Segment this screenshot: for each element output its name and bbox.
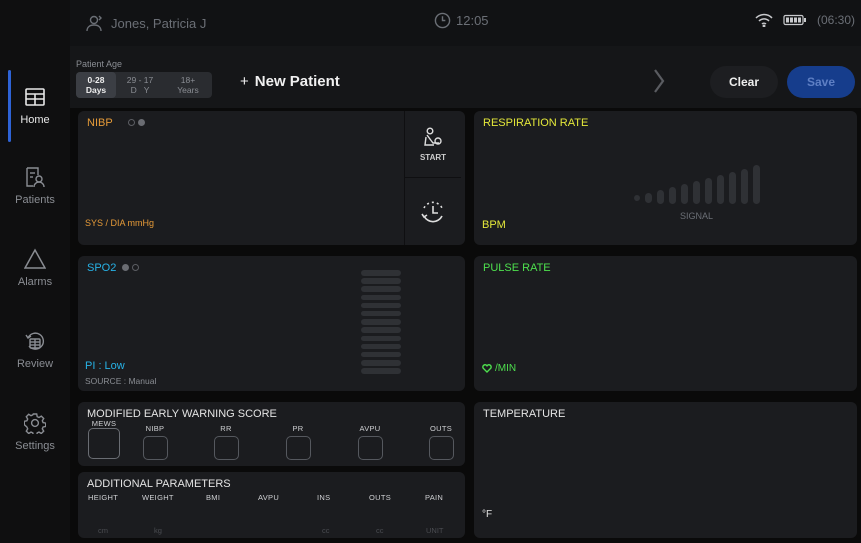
- page-dot: [138, 119, 145, 126]
- sidebar-item-settings[interactable]: Settings: [0, 392, 70, 472]
- clock-time: 12:05: [456, 13, 489, 28]
- additional-parameters-grid: HEIGHT WEIGHT BMI AVPU INS OUTS PAIN cm …: [78, 472, 465, 538]
- param-avpu[interactable]: AVPU: [258, 493, 279, 502]
- battery-time: (06:30): [816, 13, 855, 27]
- save-button[interactable]: Save: [787, 66, 855, 98]
- nibp-controls: START: [404, 111, 461, 245]
- mews-avpu[interactable]: AVPU: [355, 424, 385, 465]
- mews-score-box: [88, 428, 120, 459]
- respiration-title: RESPIRATION RATE: [483, 117, 589, 129]
- heart-icon: [482, 364, 492, 373]
- param-bmi[interactable]: BMI: [206, 493, 220, 502]
- unit-ins: cc: [322, 526, 330, 535]
- nibp-page-dots: [128, 119, 148, 126]
- clock: 12:05: [434, 12, 489, 29]
- pulse-rate-card[interactable]: PULSE RATE /MIN: [474, 256, 857, 391]
- user-icon: [86, 15, 102, 32]
- spo2-page-dots: [122, 264, 142, 271]
- mews-nibp[interactable]: NIBP: [140, 424, 170, 465]
- start-label: START: [419, 152, 447, 162]
- sidebar-item-patients[interactable]: Patients: [0, 146, 70, 226]
- page-dot: [132, 264, 139, 271]
- param-ins[interactable]: INS: [317, 493, 330, 502]
- chevron-right-icon[interactable]: [652, 68, 666, 94]
- page-dot: [128, 119, 135, 126]
- device-status: (06:30): [755, 13, 855, 27]
- clock-icon: [434, 12, 451, 29]
- unit-pain: UNIT: [426, 526, 444, 535]
- mews-total[interactable]: MEWS: [87, 419, 121, 464]
- sidebar-item-alarms[interactable]: Alarms: [0, 228, 70, 308]
- signal-label: SIGNAL: [680, 211, 714, 221]
- sidebar: Home Patients Alarms Review Settings: [0, 0, 70, 543]
- mews-card[interactable]: MODIFIED EARLY WARNING SCORE MEWS NIBP R…: [78, 402, 465, 466]
- nibp-unit: SYS / DIA mmHg: [85, 218, 155, 228]
- sidebar-item-label: Home: [20, 114, 50, 126]
- respiration-unit: BPM: [482, 219, 506, 231]
- gear-icon: [24, 413, 46, 434]
- user-name: Jones, Patricia J: [111, 15, 207, 31]
- home-grid-icon: [25, 88, 45, 106]
- review-history-icon: [25, 332, 44, 350]
- nibp-title: NIBP: [87, 117, 113, 129]
- interval-timer-icon: [421, 201, 443, 222]
- score-box: [357, 436, 383, 460]
- mews-pr[interactable]: PR: [283, 424, 313, 465]
- new-patient-button[interactable]: + New Patient: [240, 73, 340, 90]
- spo2-source: SOURCE : Manual: [85, 376, 157, 386]
- plus-icon: +: [240, 73, 249, 90]
- temperature-unit: °F: [482, 509, 493, 520]
- age-option-29-17[interactable]: 29 - 17 D Y: [116, 72, 164, 98]
- wifi-icon: [755, 13, 773, 27]
- temperature-title: TEMPERATURE: [483, 408, 566, 420]
- spo2-title: SPO2: [87, 262, 117, 274]
- age-option-0-28-days[interactable]: 0-28 Days: [76, 72, 116, 98]
- top-status-bar: Jones, Patricia J 12:05 (06:30): [70, 0, 861, 46]
- battery-icon: [783, 14, 806, 26]
- new-patient-label: New Patient: [254, 73, 340, 90]
- alarm-triangle-icon: [24, 248, 46, 269]
- param-height[interactable]: HEIGHT: [88, 493, 118, 502]
- spo2-card[interactable]: SPO2 PI : Low SOURCE : Manual: [78, 256, 465, 391]
- nibp-start-button[interactable]: START: [405, 111, 461, 178]
- age-option-18-plus[interactable]: 18+ Years: [164, 72, 212, 98]
- nibp-interval-button[interactable]: [405, 178, 461, 245]
- score-box: [213, 436, 239, 460]
- param-weight[interactable]: WEIGHT: [142, 493, 174, 502]
- score-box: [428, 436, 454, 460]
- sidebar-item-label: Alarms: [17, 276, 53, 288]
- start-measurement-icon: [424, 127, 442, 146]
- sidebar-item-label: Patients: [15, 194, 55, 206]
- unit-weight: kg: [154, 526, 162, 535]
- pulse-title: PULSE RATE: [483, 262, 551, 274]
- signal-strength-icon: [634, 165, 760, 204]
- patients-icon: [26, 167, 45, 188]
- pulse-unit-row: /MIN: [482, 363, 516, 374]
- pulse-unit: /MIN: [495, 363, 517, 374]
- mews-score-row: MEWS NIBP RR PR AVPU OUTS: [84, 419, 464, 465]
- user-info[interactable]: Jones, Patricia J: [86, 14, 206, 32]
- score-box: [142, 436, 168, 460]
- param-pain[interactable]: PAIN: [425, 493, 443, 502]
- temperature-card[interactable]: TEMPERATURE °F: [474, 402, 857, 538]
- unit-height: cm: [98, 526, 108, 535]
- mews-rr[interactable]: RR: [211, 424, 241, 465]
- page-dot: [122, 264, 129, 271]
- clear-button[interactable]: Clear: [710, 66, 778, 98]
- sidebar-item-review[interactable]: Review: [0, 310, 70, 390]
- patient-bar: Patient Age 0-28 Days 29 - 17 D Y 18+ Ye…: [70, 46, 861, 108]
- spo2-pi: PI : Low: [85, 360, 125, 372]
- respiration-rate-card[interactable]: RESPIRATION RATE SIGNAL BPM: [474, 111, 857, 245]
- patient-age-selector: 0-28 Days 29 - 17 D Y 18+ Years: [76, 72, 212, 98]
- param-outs[interactable]: OUTS: [369, 493, 391, 502]
- unit-outs: cc: [376, 526, 384, 535]
- score-box: [285, 436, 311, 460]
- nibp-card[interactable]: NIBP SYS / DIA mmHg START: [78, 111, 465, 245]
- patient-age-label: Patient Age: [76, 59, 123, 69]
- sidebar-item-label: Review: [16, 358, 54, 370]
- mews-outs[interactable]: OUTS: [426, 424, 456, 465]
- spo2-signal-bars: [361, 270, 401, 376]
- sidebar-item-home[interactable]: Home: [0, 66, 70, 146]
- sidebar-item-label: Settings: [15, 440, 55, 452]
